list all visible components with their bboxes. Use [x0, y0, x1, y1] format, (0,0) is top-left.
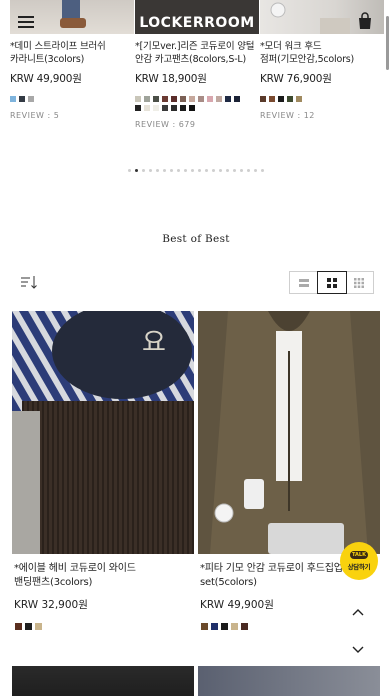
color-swatches	[260, 96, 372, 102]
product-card-1[interactable]: 요 *에이블 헤비 코듀로이 와이드 밴딩팬츠(3colors) KRW 32,…	[12, 311, 194, 630]
color-swatch	[207, 96, 213, 102]
color-swatch	[162, 105, 168, 111]
pagination-dot[interactable]	[233, 169, 236, 172]
color-swatches	[12, 623, 194, 630]
svg-text:요: 요	[142, 328, 166, 358]
product-name[interactable]: *[기모ver.]리즌 코듀로이 양털 안감 카고팬츠(8colors,S-L)	[135, 40, 259, 66]
pagination-dot[interactable]	[226, 169, 229, 172]
color-swatch	[144, 105, 150, 111]
product-image[interactable]	[198, 311, 380, 554]
color-swatch	[216, 96, 222, 102]
section-title: Best of Best	[162, 233, 230, 245]
review-count: REVIEW : 679	[135, 120, 196, 129]
review-count: REVIEW : 12	[260, 111, 315, 120]
hamburger-icon[interactable]	[18, 16, 34, 28]
pagination-dot[interactable]	[212, 169, 215, 172]
pagination-dot[interactable]	[170, 169, 173, 172]
color-swatch	[171, 96, 177, 102]
color-swatch	[211, 623, 218, 630]
color-swatches	[10, 96, 122, 102]
color-swatch	[231, 623, 238, 630]
product-image[interactable]	[12, 666, 194, 696]
color-swatch	[269, 96, 275, 102]
pagination-dot[interactable]	[191, 169, 194, 172]
kakao-talk-chat-button[interactable]: TALK 상담하기	[340, 542, 378, 580]
recommended-carousel[interactable]: *데미 스트라이프 브러쉬 카라니트(3colors) KRW 49,900원 …	[0, 0, 392, 180]
carousel-product-2[interactable]: LOCKERROOM *[기모ver.]리즌 코듀로이 양털 안감 카고팬츠(8…	[135, 0, 259, 129]
pagination-dot[interactable]	[205, 169, 208, 172]
scrollbar[interactable]	[386, 16, 389, 70]
color-swatch	[287, 96, 293, 102]
color-swatch	[144, 96, 150, 102]
talk-badge: TALK	[350, 551, 368, 559]
color-swatch	[135, 96, 141, 102]
color-swatch	[234, 96, 240, 102]
color-swatches	[198, 623, 380, 630]
grid-3-icon[interactable]	[346, 272, 373, 293]
shopping-bag-icon[interactable]	[356, 12, 374, 30]
color-swatches	[135, 96, 247, 111]
product-price: KRW 76,900원	[260, 73, 332, 85]
color-swatch	[241, 623, 248, 630]
product-name[interactable]: *모더 워크 후드 점퍼(기모안감,5colors)	[260, 40, 384, 66]
chevron-down-icon[interactable]	[350, 640, 366, 653]
pagination-dot[interactable]	[247, 169, 250, 172]
product-image[interactable]	[198, 666, 380, 696]
product-card-2[interactable]: *피타 기모 안감 코듀로이 후드집업 set(5colors) KRW 49,…	[198, 311, 380, 630]
pagination-dot[interactable]	[177, 169, 180, 172]
carousel-pagination[interactable]	[0, 169, 392, 172]
color-swatch	[221, 623, 228, 630]
list-view-icon[interactable]	[290, 272, 319, 293]
color-swatch	[10, 96, 16, 102]
color-swatch	[296, 96, 302, 102]
color-swatch	[260, 96, 266, 102]
sort-descending-icon[interactable]	[20, 274, 38, 290]
color-swatch	[180, 96, 186, 102]
color-swatch	[162, 96, 168, 102]
chevron-up-icon[interactable]	[350, 602, 366, 616]
color-swatch	[198, 96, 204, 102]
brand-logo[interactable]: LOCKERROOM	[139, 15, 254, 34]
pagination-dot[interactable]	[240, 169, 243, 172]
color-swatch	[19, 96, 25, 102]
pagination-dot[interactable]	[184, 169, 187, 172]
pagination-dot[interactable]	[254, 169, 257, 172]
pagination-dot[interactable]	[135, 169, 138, 172]
color-swatch	[153, 96, 159, 102]
color-swatch	[180, 105, 186, 111]
pagination-dot[interactable]	[163, 169, 166, 172]
product-price: KRW 18,900원	[135, 73, 207, 85]
pagination-dot[interactable]	[219, 169, 222, 172]
product-name[interactable]: *에이블 헤비 코듀로이 와이드 밴딩팬츠(3colors)	[12, 562, 194, 590]
product-image[interactable]: 요	[12, 311, 194, 554]
color-swatch	[225, 96, 231, 102]
pagination-dot[interactable]	[261, 169, 264, 172]
pagination-dot[interactable]	[156, 169, 159, 172]
product-price: KRW 32,900원	[14, 599, 88, 611]
color-swatch	[28, 96, 34, 102]
color-swatch	[25, 623, 32, 630]
color-swatch	[153, 105, 159, 111]
pagination-dot[interactable]	[149, 169, 152, 172]
color-swatch	[189, 105, 195, 111]
talk-label: 상담하기	[347, 563, 371, 571]
view-mode-toggle[interactable]	[289, 271, 374, 294]
pagination-dot[interactable]	[128, 169, 131, 172]
pagination-dot[interactable]	[198, 169, 201, 172]
color-swatch	[15, 623, 22, 630]
product-price: KRW 49,900원	[10, 73, 82, 85]
color-swatch	[171, 105, 177, 111]
color-swatch	[201, 623, 208, 630]
grid-2-icon[interactable]	[317, 271, 347, 294]
review-count: REVIEW : 5	[10, 111, 60, 120]
product-name[interactable]: *데미 스트라이프 브러쉬 카라니트(3colors)	[10, 40, 134, 66]
product-image[interactable]: LOCKERROOM	[135, 0, 259, 34]
color-swatch	[35, 623, 42, 630]
color-swatch	[135, 105, 141, 111]
color-swatch	[189, 96, 195, 102]
pagination-dot[interactable]	[142, 169, 145, 172]
color-swatch	[278, 96, 284, 102]
